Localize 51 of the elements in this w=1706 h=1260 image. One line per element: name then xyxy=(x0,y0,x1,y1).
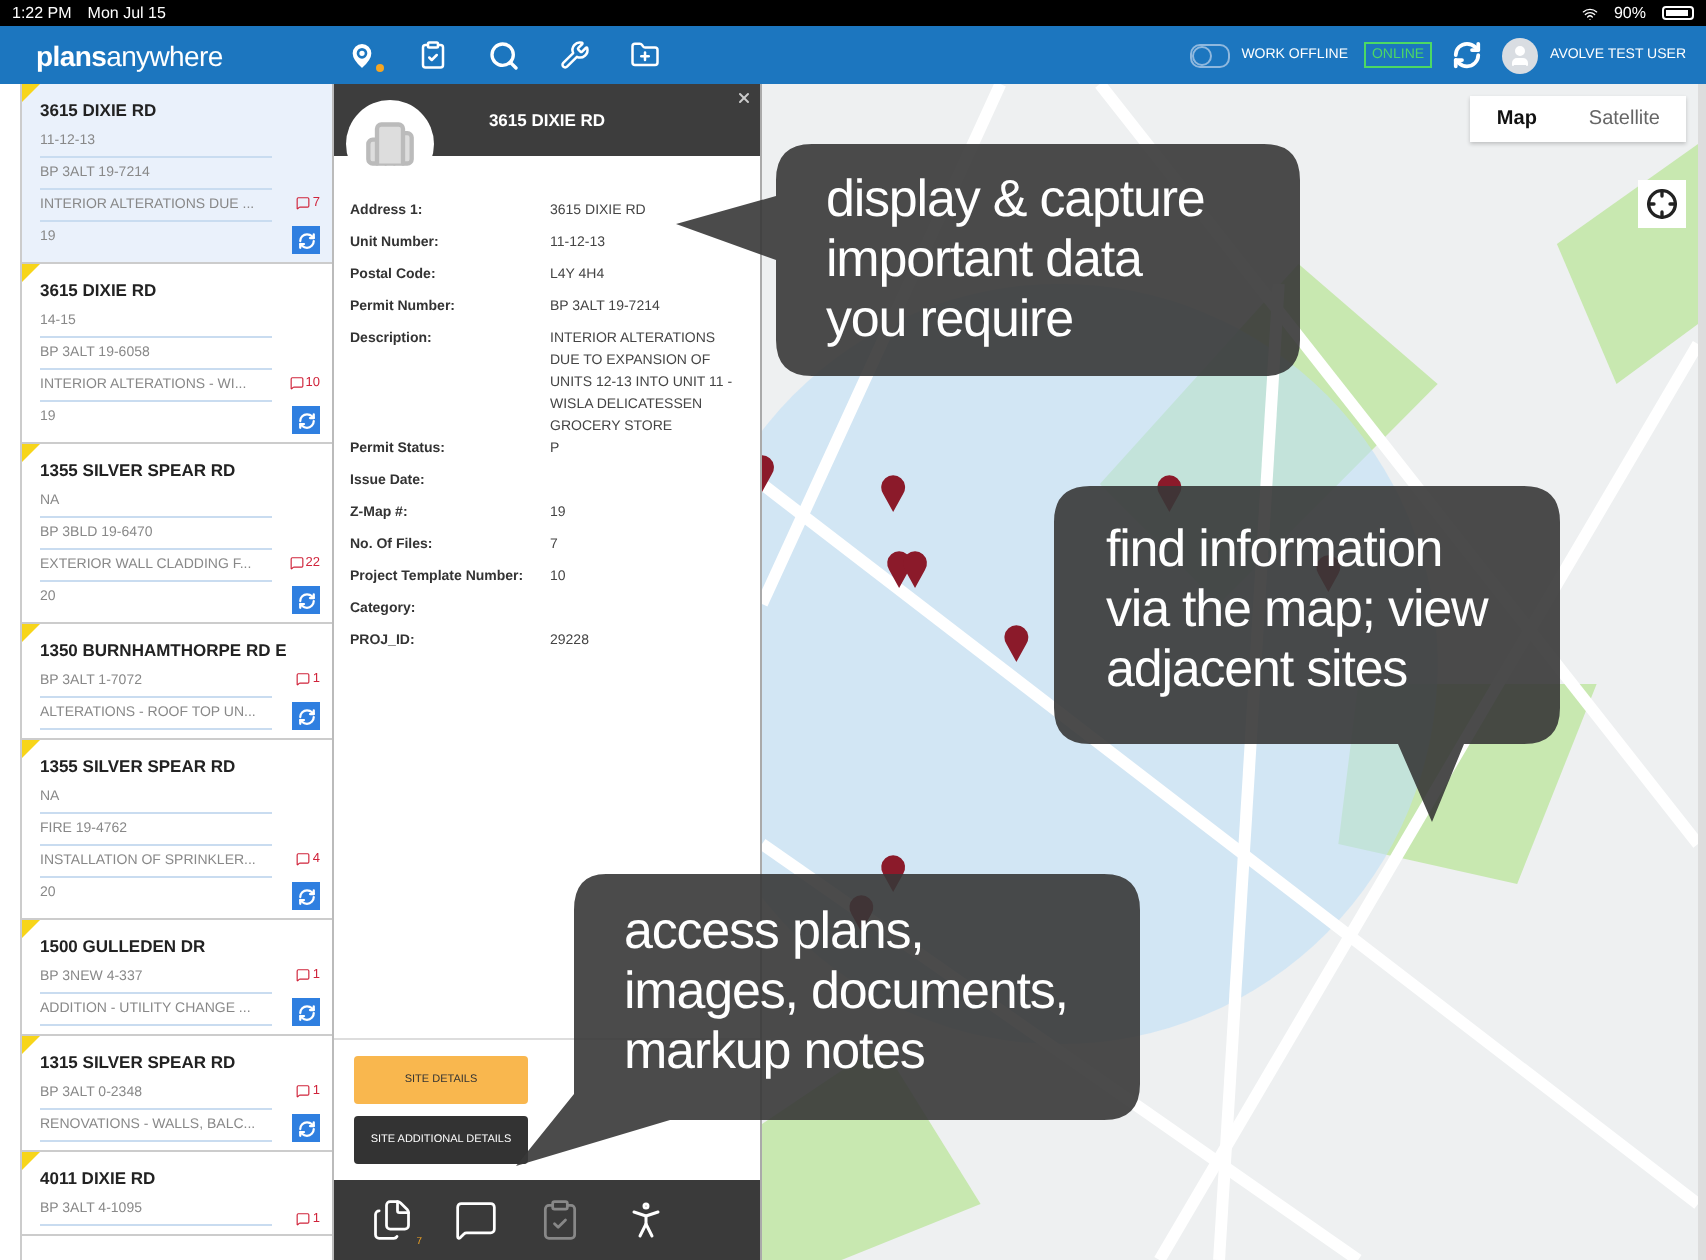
wrench-icon[interactable] xyxy=(560,40,591,70)
offline-toggle[interactable] xyxy=(1189,43,1230,67)
site-title: 1355 SILVER SPEAR RD xyxy=(40,458,238,484)
corner-flag-icon xyxy=(22,84,40,102)
corner-flag-icon xyxy=(22,444,40,462)
battery-percentage: 90% xyxy=(1613,4,1646,22)
status-date: Mon Jul 15 xyxy=(87,4,166,22)
tooltip-text: access plans, images, documents, markup notes xyxy=(624,900,1068,1080)
sync-button[interactable] xyxy=(292,406,320,434)
corner-flag-icon xyxy=(22,920,40,938)
corner-flag-icon xyxy=(22,264,40,282)
map-type-tab[interactable]: Map xyxy=(1470,96,1563,142)
site-title: 1350 BURNHAMTHORPE RD E xyxy=(40,638,289,664)
sync-button[interactable] xyxy=(292,226,320,254)
tooltip-text: display & capture important data you require xyxy=(826,168,1205,348)
sync-icon[interactable] xyxy=(1452,40,1483,70)
detail-title: 3615 DIXIE RD xyxy=(488,110,606,130)
tooltip-text: find information via the map; view adjacent sites xyxy=(1106,518,1488,698)
site-title: 1315 SILVER SPEAR RD xyxy=(40,1050,238,1076)
site-title: 1355 SILVER SPEAR RD xyxy=(40,754,238,780)
sync-button[interactable] xyxy=(292,702,320,730)
site-title: 1500 GULLEDEN DR xyxy=(40,934,208,960)
app-logo: plansanywhere xyxy=(36,39,223,71)
map-marker-icon[interactable] xyxy=(881,475,906,512)
user-avatar xyxy=(1502,37,1539,73)
map-marker-icon[interactable] xyxy=(762,455,774,492)
sync-button[interactable] xyxy=(292,1114,320,1142)
map-type-tab[interactable]: Satellite xyxy=(1562,96,1686,142)
site-title: 3615 DIXIE RD xyxy=(40,278,159,304)
chat-icon[interactable] xyxy=(454,1198,498,1242)
close-icon[interactable] xyxy=(736,90,752,106)
site-title: 3615 DIXIE RD xyxy=(40,98,159,124)
map-pin-icon[interactable] xyxy=(346,39,379,71)
locate-icon[interactable] xyxy=(1638,180,1686,228)
corner-flag-icon xyxy=(22,1036,40,1054)
site-title: 4011 DIXIE RD xyxy=(40,1166,158,1192)
status-time: 1:22 PM xyxy=(12,4,72,22)
wifi-icon xyxy=(1581,5,1598,21)
corner-flag-icon xyxy=(22,740,40,758)
sync-button[interactable] xyxy=(292,882,320,910)
map-marker-icon[interactable] xyxy=(903,551,927,588)
sync-button[interactable] xyxy=(292,998,320,1026)
corner-flag-icon xyxy=(22,1152,40,1170)
map-marker-icon[interactable] xyxy=(1004,625,1029,662)
folder-plus-icon[interactable] xyxy=(630,40,661,70)
corner-flag-icon xyxy=(22,624,40,642)
clipboard-check-icon[interactable] xyxy=(538,1198,582,1242)
clipboard-check-icon[interactable] xyxy=(418,40,449,70)
search-icon[interactable] xyxy=(488,39,521,71)
sync-button[interactable] xyxy=(292,586,320,614)
battery-icon xyxy=(1662,6,1694,20)
